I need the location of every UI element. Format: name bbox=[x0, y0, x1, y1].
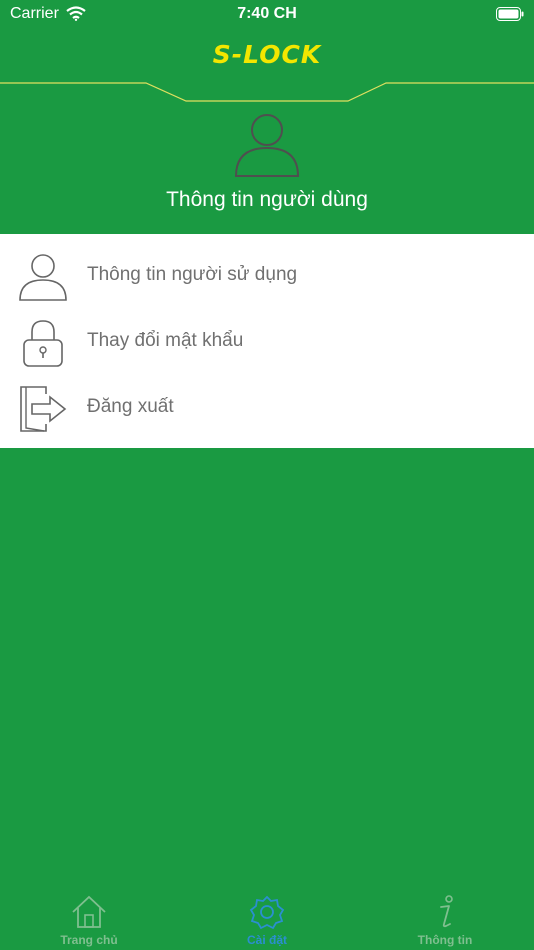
menu-item-label: Thay đổi mật khẩu bbox=[87, 330, 244, 351]
battery-icon bbox=[496, 7, 524, 26]
logout-icon bbox=[18, 384, 68, 439]
lock-icon bbox=[18, 318, 68, 373]
settings-icon bbox=[178, 894, 356, 935]
menu-item-label: Đăng xuất bbox=[87, 396, 174, 417]
menu-item-change-password[interactable]: Thay đổi mật khẩu bbox=[0, 310, 534, 376]
header-divider bbox=[0, 82, 534, 102]
info-icon bbox=[356, 894, 534, 935]
page-title: Thông tin người dùng bbox=[166, 188, 368, 211]
settings-menu: Thông tin người sử dụng Thay đổi mật khẩ… bbox=[0, 234, 534, 448]
status-bar: Carrier 7:40 CH bbox=[0, 0, 534, 28]
app-logo: S-LOCK bbox=[212, 40, 322, 69]
tab-label: Cài đặt bbox=[246, 933, 287, 947]
tab-home[interactable]: Trang chủ bbox=[0, 890, 178, 950]
menu-item-label: Thông tin người sử dụng bbox=[87, 264, 298, 285]
profile-avatar-icon bbox=[234, 112, 300, 183]
home-icon bbox=[0, 894, 178, 935]
tab-bar: Trang chủ Cài đặt Thông tin bbox=[0, 890, 534, 950]
person-icon bbox=[18, 252, 68, 307]
menu-item-user-info[interactable]: Thông tin người sử dụng bbox=[0, 244, 534, 310]
menu-item-logout[interactable]: Đăng xuất bbox=[0, 376, 534, 442]
tab-info[interactable]: Thông tin bbox=[356, 890, 534, 950]
status-time: 7:40 CH bbox=[237, 5, 297, 22]
tab-label: Trang chủ bbox=[60, 933, 118, 947]
tab-settings[interactable]: Cài đặt bbox=[178, 890, 356, 950]
tab-label: Thông tin bbox=[417, 933, 473, 947]
